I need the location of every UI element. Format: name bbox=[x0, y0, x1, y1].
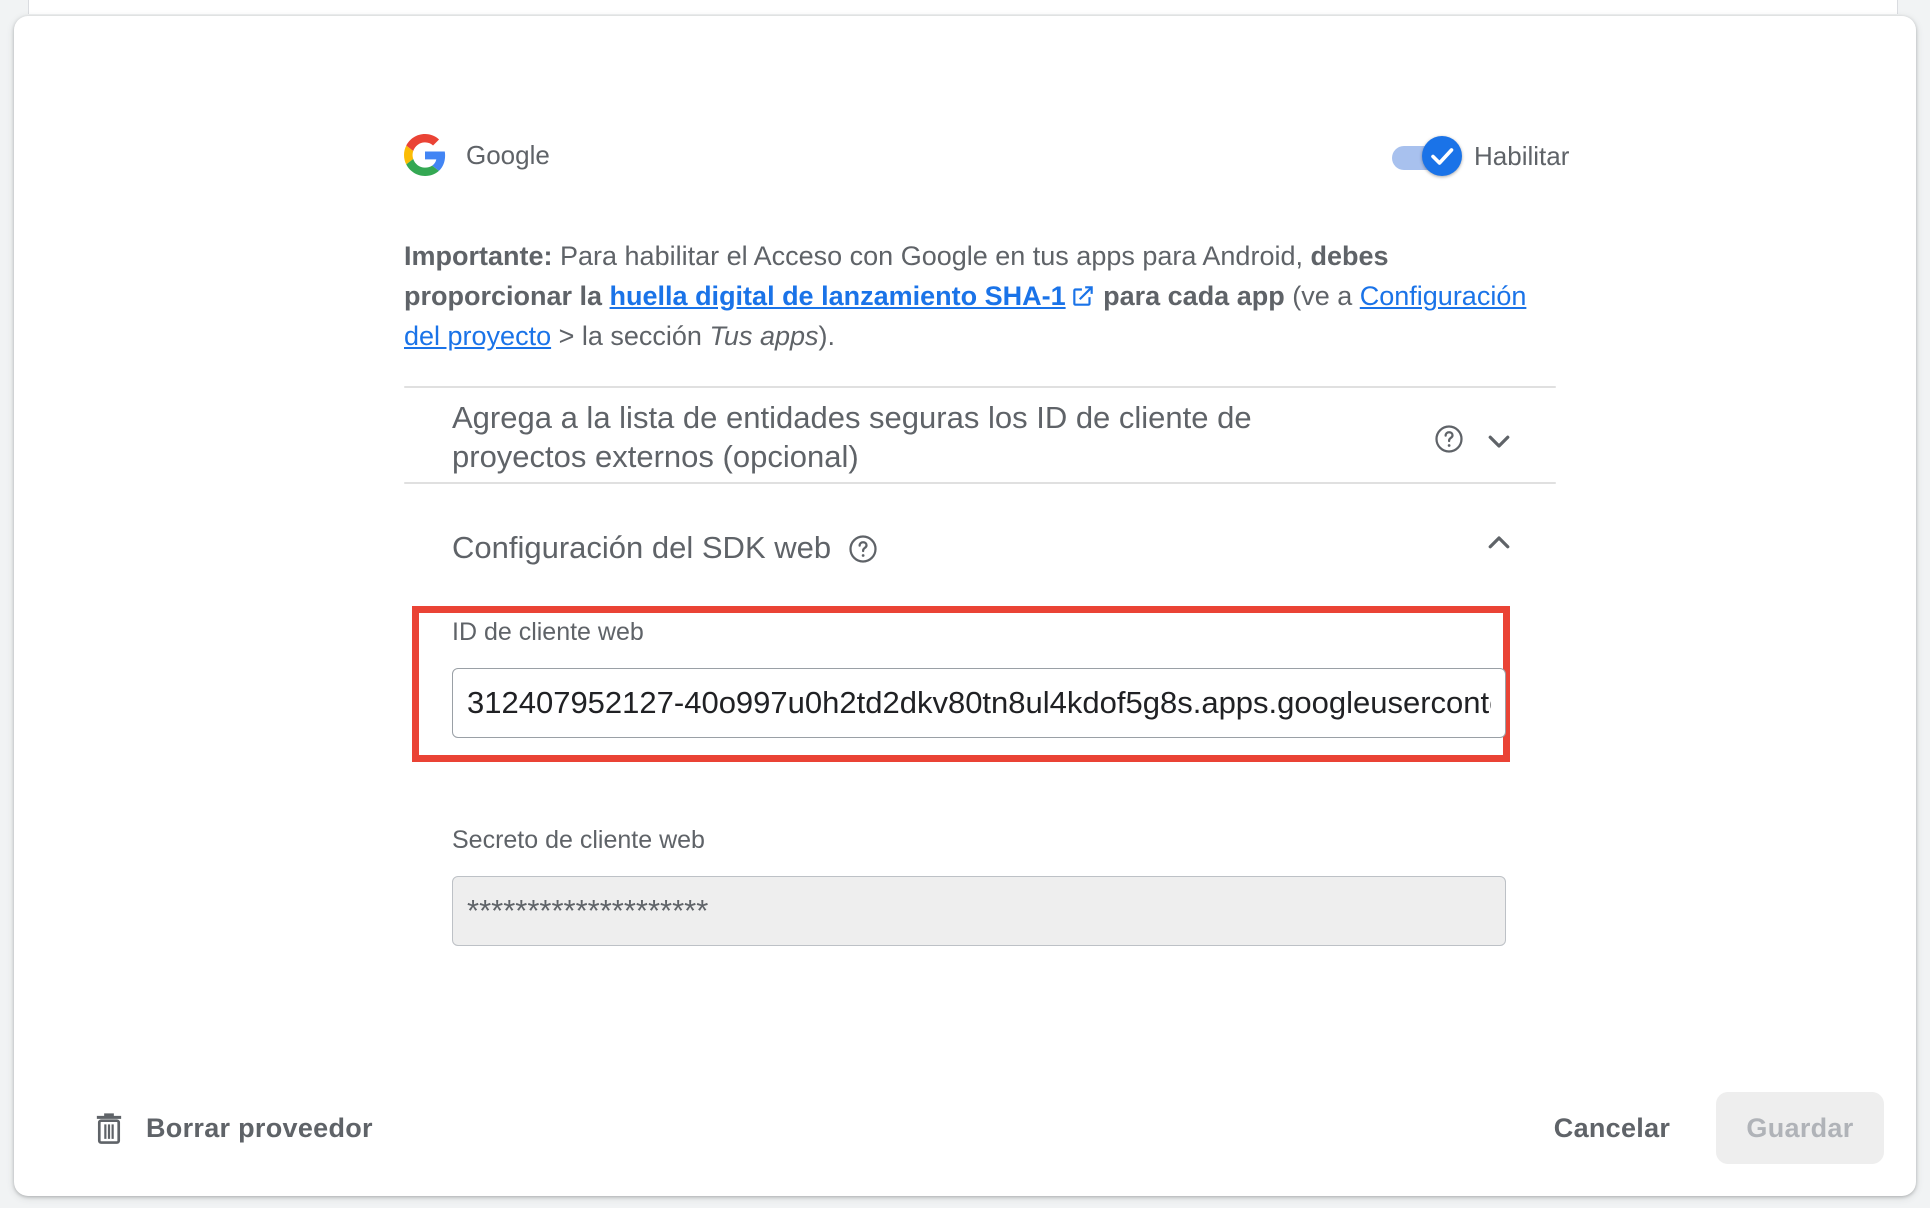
notice-text-3: > la sección bbox=[551, 321, 710, 351]
google-g-logo-icon bbox=[404, 134, 446, 176]
client-secret-label: Secreto de cliente web bbox=[452, 826, 705, 854]
check-icon bbox=[1431, 148, 1454, 165]
provider-config-dialog: Google Habilitar Importante: Para habili… bbox=[14, 16, 1916, 1196]
notice-text-1: Para habilitar el Acceso con Google en t… bbox=[552, 241, 1311, 271]
notice-strong-2: para cada app bbox=[1095, 281, 1285, 311]
enable-toggle[interactable] bbox=[1392, 134, 1464, 178]
help-icon[interactable] bbox=[848, 534, 878, 564]
accordion-divider bbox=[404, 482, 1556, 484]
background-panel-edge bbox=[28, 0, 1898, 14]
web-sdk-title-text: Configuración del SDK web bbox=[452, 530, 832, 565]
notice-text-4: ). bbox=[818, 321, 836, 351]
client-id-input[interactable] bbox=[452, 668, 1506, 738]
help-icon[interactable] bbox=[1434, 424, 1464, 454]
sha1-fingerprint-link[interactable]: huella digital de lanzamiento SHA-1 bbox=[610, 281, 1066, 311]
provider-name: Google bbox=[466, 140, 550, 170]
web-sdk-accordion-header[interactable]: Configuración del SDK web bbox=[404, 516, 1556, 586]
delete-provider-button[interactable]: Borrar proveedor bbox=[94, 1104, 373, 1152]
delete-provider-label: Borrar proveedor bbox=[146, 1112, 373, 1143]
provider-header: Google Habilitar bbox=[404, 120, 1569, 200]
chevron-up-icon[interactable] bbox=[1484, 528, 1514, 558]
external-link-icon[interactable] bbox=[1070, 283, 1096, 309]
web-sdk-accordion-title: Configuración del SDK web bbox=[452, 526, 878, 570]
notice-space bbox=[602, 281, 610, 311]
notice-strong-prefix: Importante: bbox=[404, 241, 553, 271]
chevron-down-icon[interactable] bbox=[1484, 426, 1514, 456]
external-projects-accordion-title: Agrega a la lista de entidades seguras l… bbox=[452, 400, 1252, 474]
trash-icon bbox=[96, 1113, 122, 1144]
external-projects-accordion-header[interactable]: Agrega a la lista de entidades seguras l… bbox=[404, 388, 1556, 482]
toggle-knob bbox=[1422, 136, 1462, 176]
notice-section-name: Tus apps bbox=[709, 321, 819, 351]
client-id-label: ID de cliente web bbox=[452, 618, 644, 646]
notice-text-2: (ve a bbox=[1284, 281, 1360, 311]
cancel-button[interactable]: Cancelar bbox=[1534, 1094, 1690, 1162]
enable-toggle-label: Habilitar bbox=[1474, 141, 1570, 171]
sha1-notice: Importante: Para habilitar el Acceso con… bbox=[404, 236, 1544, 356]
client-secret-input bbox=[452, 876, 1506, 946]
save-button[interactable]: Guardar bbox=[1716, 1092, 1884, 1164]
